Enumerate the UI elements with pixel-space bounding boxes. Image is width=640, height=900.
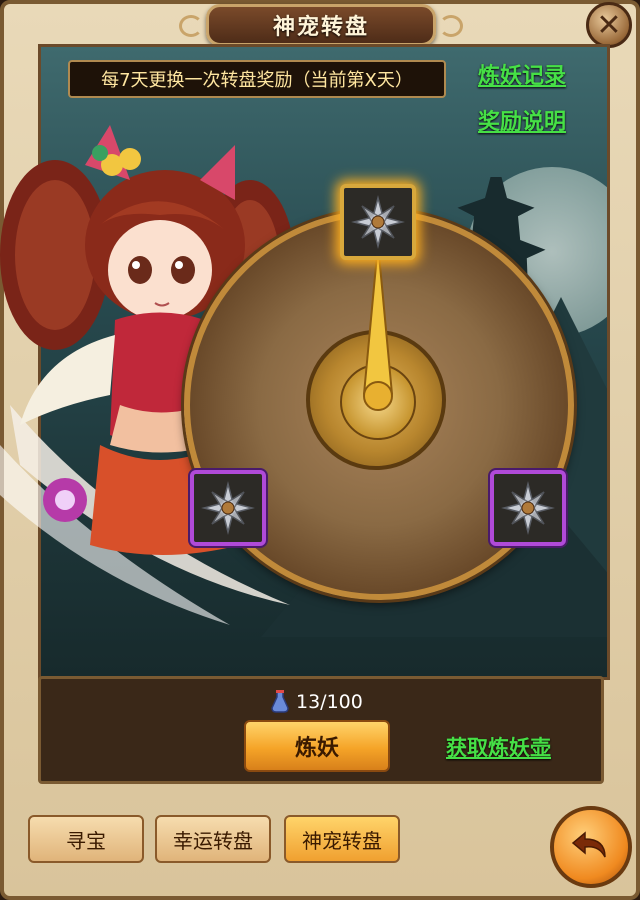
shuriken-icon — [201, 481, 255, 535]
rules-link[interactable]: 奖励说明 — [478, 104, 566, 136]
wheel-pointer — [362, 244, 394, 411]
shuriken-icon — [351, 195, 405, 249]
pot-counter: 13/100 — [270, 690, 363, 714]
prize-slot-top[interactable] — [340, 184, 416, 260]
records-link[interactable]: 炼妖记录 — [478, 58, 566, 90]
notice-banner: 每7天更换一次转盘奖励（当前第X天） — [68, 60, 446, 98]
shuriken-icon — [501, 481, 555, 535]
tab-label: 幸运转盘 — [173, 828, 253, 853]
title-plate: 神宠转盘 — [179, 4, 463, 46]
notice-text: 每7天更换一次转盘奖励（当前第X天） — [101, 70, 413, 91]
tab-label: 神宠转盘 — [302, 828, 382, 853]
refine-button[interactable]: 炼妖 — [244, 720, 390, 772]
tab-lucky-wheel[interactable]: 幸运转盘 — [155, 815, 271, 863]
get-pot-link[interactable]: 获取炼妖壶 — [446, 732, 551, 762]
tab-treasure-hunt[interactable]: 寻宝 — [28, 815, 144, 863]
close-button[interactable]: ✕ — [586, 2, 632, 48]
refine-button-label: 炼妖 — [294, 736, 339, 761]
prize-slot-left[interactable] — [190, 470, 266, 546]
tab-pet-wheel[interactable]: 神宠转盘 — [284, 815, 400, 863]
return-arrow-icon — [571, 831, 606, 858]
prize-slot-right[interactable] — [490, 470, 566, 546]
close-icon: ✕ — [596, 7, 622, 43]
pot-count: 13/100 — [296, 691, 363, 713]
page-title: 神宠转盘 — [272, 15, 369, 40]
tab-label: 寻宝 — [66, 828, 106, 853]
potion-icon — [271, 690, 289, 713]
back-button[interactable] — [550, 806, 632, 888]
